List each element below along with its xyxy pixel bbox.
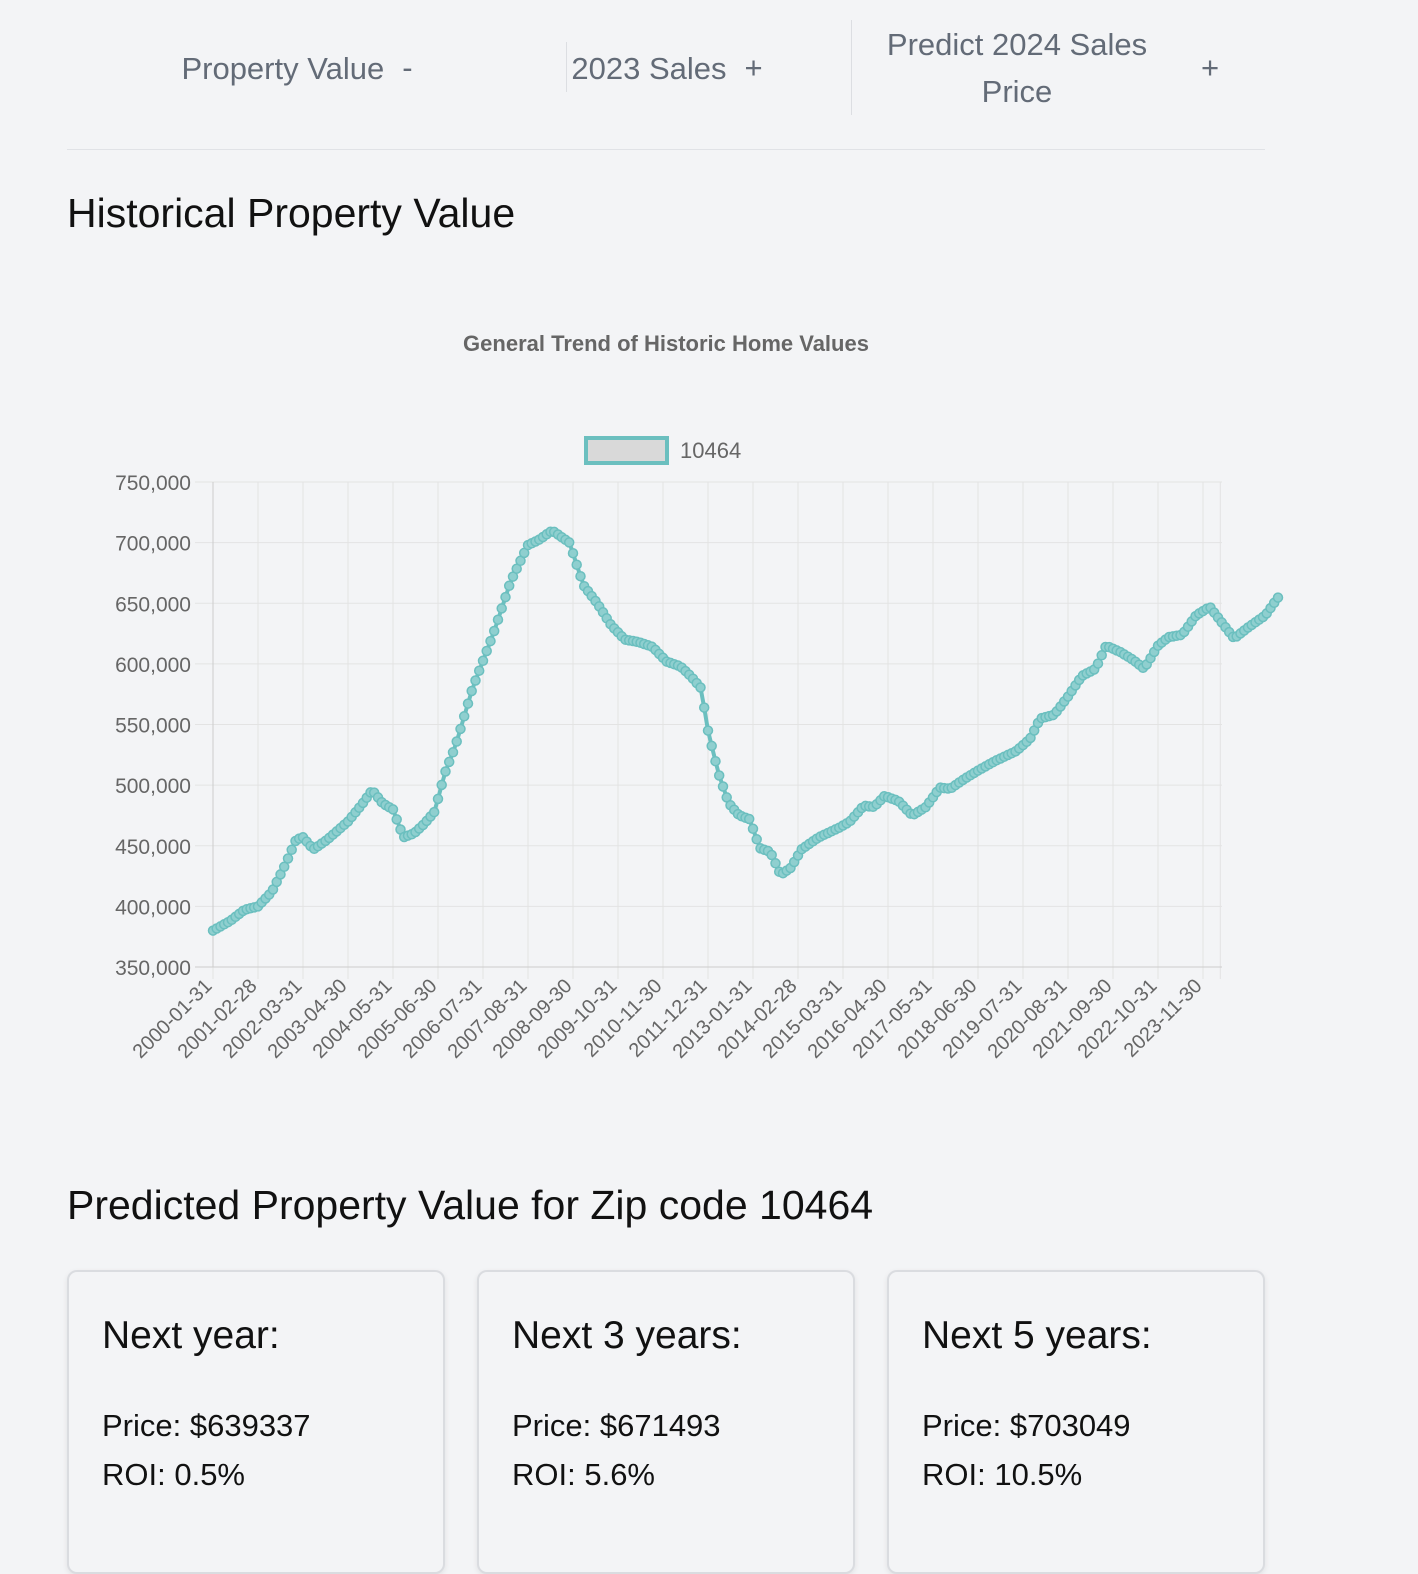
data-point	[496, 603, 507, 614]
predicted-price: Price: $671493	[512, 1408, 721, 1443]
data-point	[710, 755, 721, 767]
data-point	[492, 614, 504, 625]
data-point	[391, 814, 402, 825]
data-point	[770, 858, 781, 869]
tab-predict-2024-sales-price[interactable]: Predict 2024 Sales Price +	[867, 20, 1257, 116]
data-point	[440, 766, 451, 777]
data-point	[695, 682, 706, 693]
predicted-roi: ROI: 5.6%	[512, 1457, 655, 1492]
data-point	[1272, 592, 1284, 603]
prediction-card-next-3-years: Next 3 years: Price: $671493 ROI: 5.6%	[477, 1270, 855, 1574]
data-point	[447, 747, 459, 758]
tab-property-value[interactable]: Property Value -	[167, 40, 427, 96]
y-tick-label: 650,000	[115, 593, 191, 616]
data-point	[751, 834, 762, 845]
series-line-10464	[212, 529, 1280, 933]
data-point	[485, 635, 496, 647]
data-point	[455, 723, 466, 735]
legend-swatch	[584, 436, 669, 465]
tab-2023-sales-label: 2023 Sales	[571, 50, 727, 86]
data-point	[451, 736, 462, 747]
collapse-icon: -	[402, 50, 413, 85]
data-point	[436, 779, 447, 791]
legend-label: 10464	[680, 438, 741, 463]
y-tick-label: 700,000	[115, 533, 191, 556]
y-tick-label: 500,000	[115, 775, 191, 798]
data-point	[432, 793, 444, 805]
data-point	[575, 570, 586, 582]
data-point	[462, 698, 474, 709]
tab-divider	[851, 20, 852, 115]
card-title: Next 3 years:	[512, 1314, 742, 1357]
data-point	[563, 537, 575, 548]
line-chart: General Trend of Historic Home Values 104…	[115, 331, 1284, 1063]
tab-2023-sales[interactable]: 2023 Sales +	[567, 40, 767, 96]
tab-property-value-label: Property Value	[181, 50, 385, 86]
data-point	[567, 547, 579, 559]
tab-predict-2024-label: Predict 2024 Sales Price	[886, 27, 1148, 109]
predicted-price: Price: $639337	[102, 1408, 311, 1443]
data-point	[466, 685, 477, 697]
y-tick-label: 350,000	[115, 957, 191, 980]
data-point	[477, 655, 489, 667]
data-point	[500, 591, 511, 603]
prediction-card-next-5-years: Next 5 years: Price: $703049 ROI: 10.5%	[887, 1270, 1265, 1574]
y-tick-label: 550,000	[115, 715, 191, 738]
data-point	[282, 853, 294, 864]
data-point	[503, 580, 515, 592]
data-point	[747, 823, 759, 835]
data-point	[706, 740, 717, 752]
data-point	[702, 725, 714, 736]
data-point	[481, 645, 492, 657]
y-tick-label: 600,000	[115, 654, 191, 677]
predicted-roi: ROI: 0.5%	[102, 1457, 245, 1492]
historical-chart: General Trend of Historic Home Values 104…	[0, 290, 1300, 1140]
predicted-roi: ROI: 10.5%	[922, 1457, 1083, 1492]
data-point	[488, 625, 500, 637]
data-point	[571, 559, 582, 570]
predicted-price: Price: $703049	[922, 1408, 1131, 1443]
prediction-card-next-year: Next year: Price: $639337 ROI: 0.5%	[67, 1270, 445, 1574]
historical-title: Historical Property Value	[67, 190, 516, 236]
data-point	[470, 675, 481, 686]
y-tick-label: 450,000	[115, 836, 191, 859]
y-tick-label: 750,000	[115, 472, 191, 495]
card-title: Next 5 years:	[922, 1314, 1152, 1357]
predicted-title: Predicted Property Value for Zip code 10…	[67, 1182, 874, 1228]
expand-icon: +	[744, 50, 763, 85]
data-point	[717, 781, 729, 792]
data-point	[713, 770, 725, 781]
expand-icon: +	[1201, 50, 1220, 85]
section-tabs: Property Value - 2023 Sales + Predict 20…	[67, 0, 1265, 150]
chart-title: General Trend of Historic Home Values	[463, 331, 869, 356]
data-point	[443, 756, 455, 768]
data-point	[387, 804, 399, 815]
card-title: Next year:	[102, 1314, 280, 1357]
data-point	[458, 711, 470, 722]
data-point	[743, 813, 755, 825]
data-point	[698, 702, 710, 713]
data-point	[473, 665, 485, 676]
data-point	[428, 806, 440, 818]
y-tick-label: 400,000	[115, 896, 191, 919]
data-point	[286, 844, 297, 856]
